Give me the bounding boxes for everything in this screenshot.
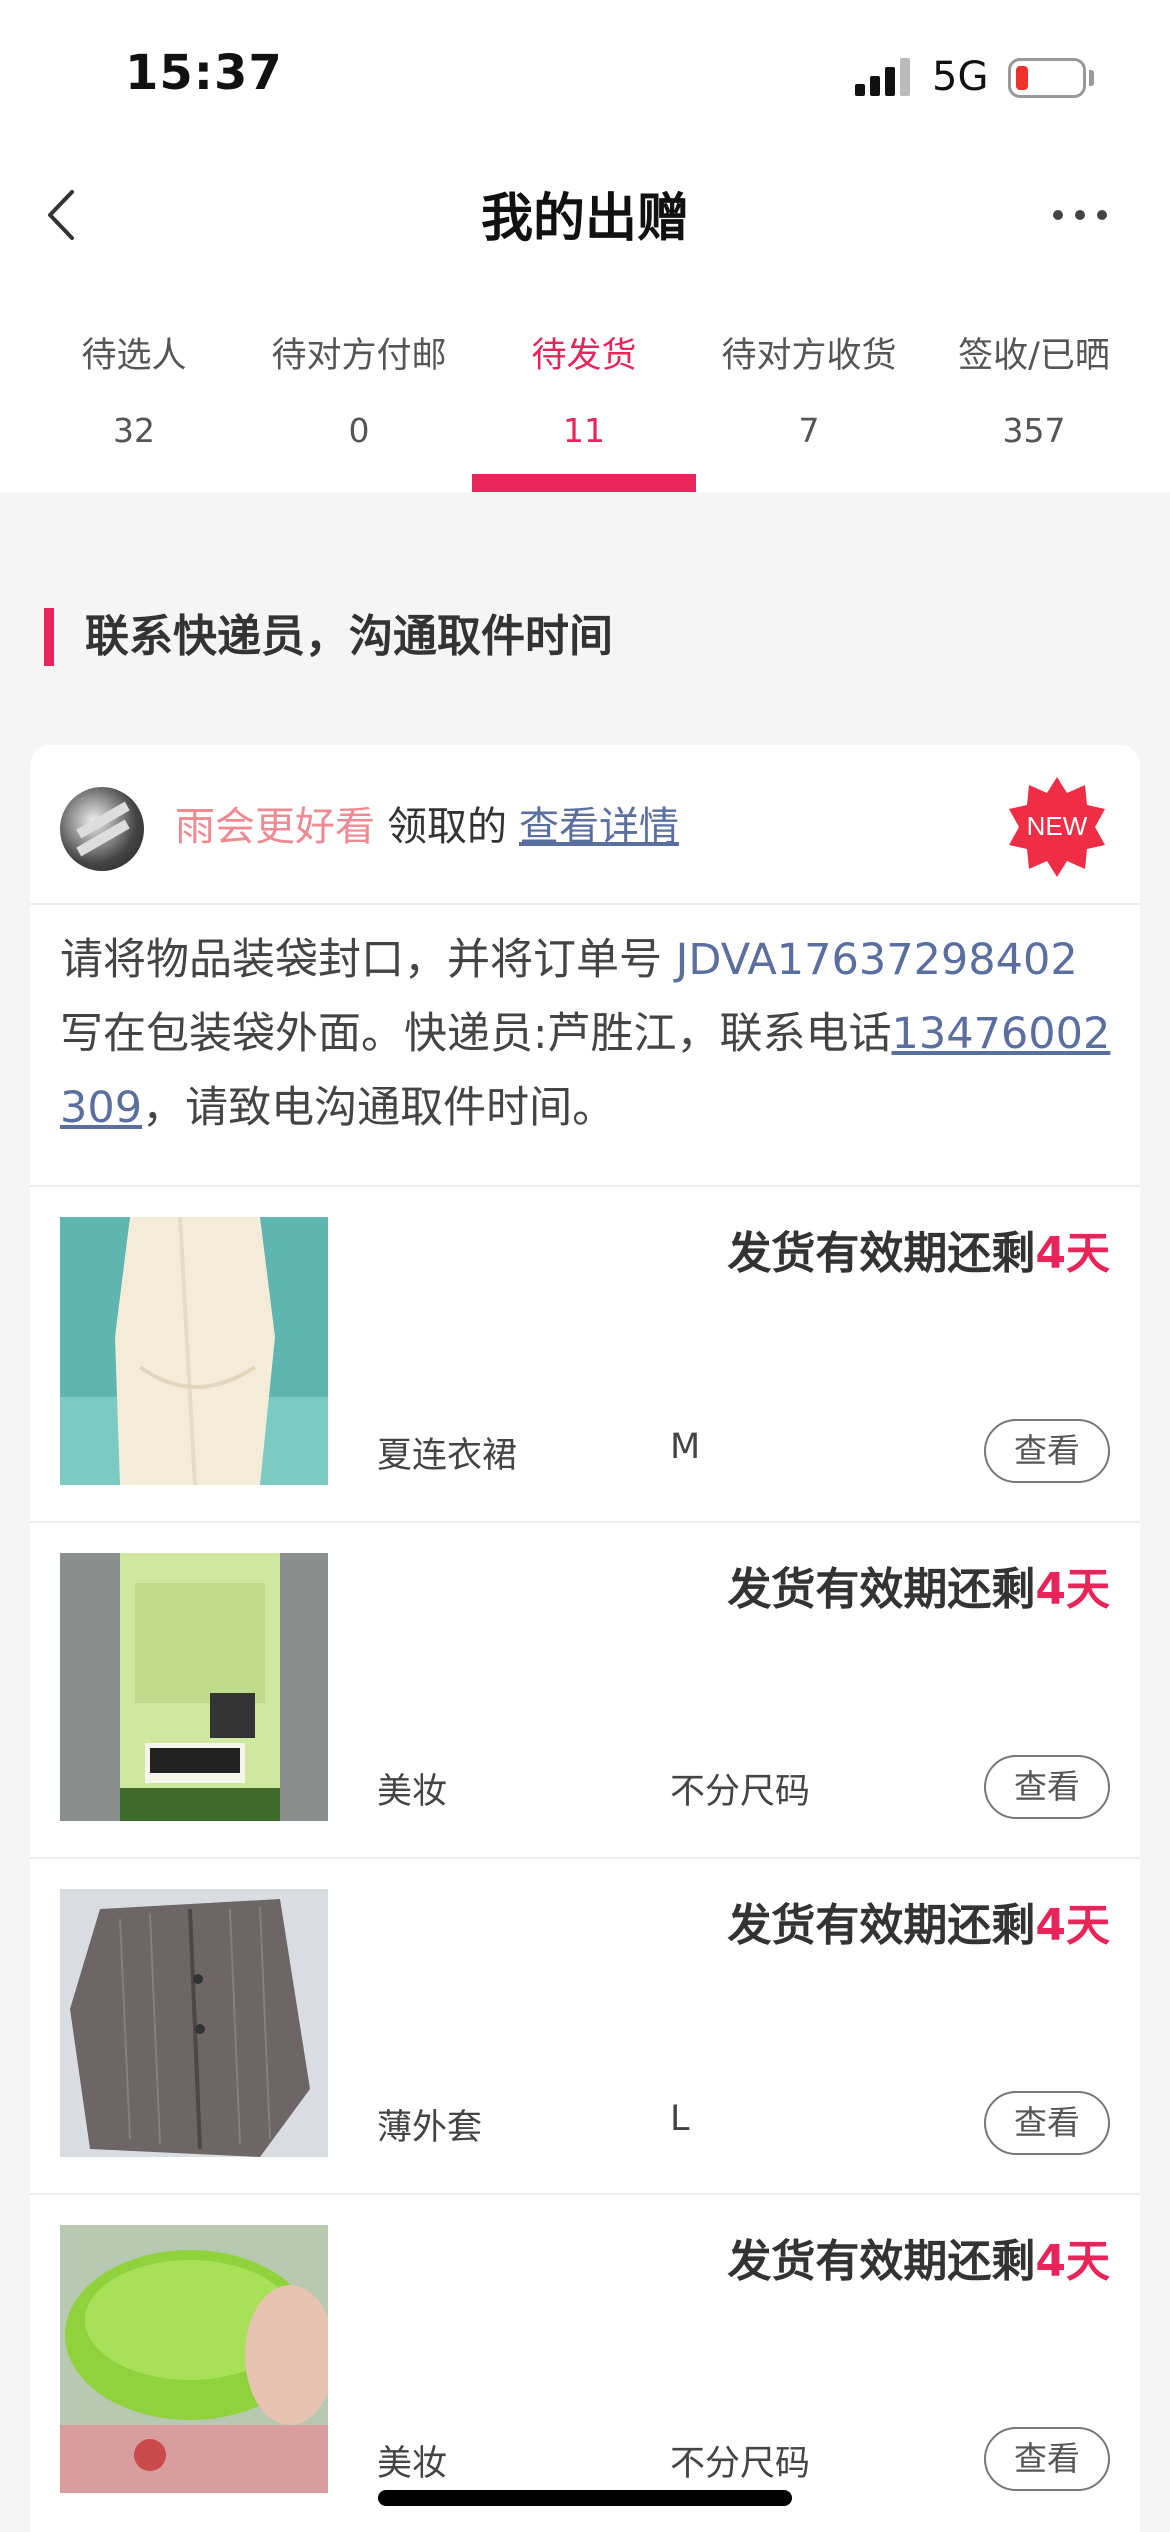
page-title: 我的出赠 — [480, 189, 689, 249]
new-badge-label: NEW — [1027, 811, 1088, 841]
tab-pending-select[interactable]: 待选人 32 — [22, 328, 246, 452]
deadline-text: 发货有效期还剩 — [727, 1564, 1036, 1615]
active-tab-indicator — [472, 474, 696, 492]
tab-count: 32 — [113, 411, 155, 450]
deadline-text: 发货有效期还剩 — [727, 1228, 1036, 1279]
deadline-days: 4天 — [1035, 1228, 1110, 1279]
tab-count: 0 — [348, 411, 370, 450]
status-time: 15:37 — [125, 45, 283, 101]
tab-label: 签收/已晒 — [958, 336, 1110, 376]
status-bar: 15:37 5G — [0, 0, 1170, 150]
ship-deadline: 发货有效期还剩4天 — [727, 1889, 1110, 1953]
section-accent-bar — [44, 608, 54, 666]
order-number: JDVA17637298402 — [675, 935, 1078, 985]
gift-order-card: 雨会更好看 领取的 查看详情 NEW 请将物品装袋封口，并将订单号 JDVA1763… — [30, 745, 1140, 2532]
nav-bar: 我的出赠 — [0, 150, 1170, 300]
tab-pending-ship[interactable]: 待发货 11 — [472, 328, 696, 452]
deadline-text: 发货有效期还剩 — [727, 2236, 1036, 2287]
item-size: M — [670, 1427, 701, 1467]
item-name: 美妆 — [377, 1772, 448, 1812]
deadline-days: 4天 — [1035, 2236, 1110, 2287]
item-photo-gel-jar[interactable] — [60, 2225, 328, 2493]
item-photo-jacket[interactable] — [60, 1889, 328, 2157]
item-size: L — [670, 2099, 690, 2139]
ship-deadline: 发货有效期还剩4天 — [727, 2225, 1110, 2289]
view-button[interactable]: 查看 — [984, 2427, 1110, 2491]
tab-pending-receipt[interactable]: 待对方收货 7 — [697, 328, 921, 452]
tab-label: 待对方付邮 — [271, 336, 447, 376]
claimer-name[interactable]: 雨会更好看 — [175, 804, 375, 850]
deadline-days: 4天 — [1035, 1900, 1110, 1951]
home-indicator[interactable] — [378, 2490, 792, 2506]
deadline-text: 发货有效期还剩 — [727, 1900, 1036, 1951]
list-item: 发货有效期还剩4天 薄外套 L 查看 — [30, 1857, 1140, 2193]
section-header: 联系快递员，沟通取件时间 — [0, 600, 1170, 680]
battery-tip — [1089, 70, 1094, 86]
more-options-icon[interactable] — [1050, 195, 1110, 235]
tab-label: 待对方收货 — [721, 336, 897, 376]
item-size: 不分尺码 — [670, 1772, 811, 1812]
list-item: 发货有效期还剩4天 美妆 不分尺码 查看 — [30, 2193, 1140, 2529]
deadline-days: 4天 — [1035, 1564, 1110, 1615]
avatar[interactable] — [60, 787, 144, 871]
item-name: 薄外套 — [377, 2108, 483, 2148]
list-item: 发货有效期还剩4天 夏连衣裙 M 查看 — [30, 1185, 1140, 1521]
item-photo-dress[interactable] — [60, 1217, 328, 1485]
view-button[interactable]: 查看 — [984, 1755, 1110, 1819]
notice-suffix: ，请致电沟通取件时间。 — [142, 1083, 616, 1133]
ship-deadline: 发货有效期还剩4天 — [727, 1217, 1110, 1281]
card-header: 雨会更好看 领取的 查看详情 NEW — [30, 745, 1140, 905]
view-button[interactable]: 查看 — [984, 1419, 1110, 1483]
new-badge-icon: NEW — [1009, 777, 1105, 877]
ship-deadline: 发货有效期还剩4天 — [727, 1553, 1110, 1617]
item-name: 夏连衣裙 — [377, 1436, 518, 1476]
tab-pending-postage[interactable]: 待对方付邮 0 — [247, 328, 471, 452]
tab-count: 357 — [1002, 411, 1066, 450]
claim-line: 雨会更好看 领取的 查看详情 — [175, 797, 679, 857]
view-details-link[interactable]: 查看详情 — [519, 804, 679, 850]
notice-middle: 写在包装袋外面。快递员:芦胜江，联系电话 — [60, 1009, 892, 1059]
tab-received[interactable]: 签收/已晒 357 — [922, 328, 1146, 452]
signal-icon — [855, 58, 910, 96]
network-type: 5G — [932, 54, 989, 100]
tab-label: 待选人 — [81, 336, 187, 376]
tab-count: 7 — [798, 411, 820, 450]
section-title: 联系快递员，沟通取件时间 — [85, 611, 613, 662]
tab-count: 11 — [563, 411, 605, 450]
item-photo-cosmetics-tube[interactable] — [60, 1553, 328, 1821]
status-tabs: 待选人 32 待对方付邮 0 待发货 11 待对方收货 7 签收/已晒 357 — [0, 300, 1170, 492]
claimed-text: 领取的 — [387, 804, 507, 850]
view-button[interactable]: 查看 — [984, 2091, 1110, 2155]
tab-label: 待发货 — [531, 336, 637, 376]
shipping-notice: 请将物品装袋封口，并将订单号 JDVA17637298402 写在包装袋外面。快… — [60, 923, 1112, 1145]
battery-icon — [1008, 58, 1086, 98]
notice-prefix: 请将物品装袋封口，并将订单号 — [60, 935, 676, 985]
item-size: 不分尺码 — [670, 2444, 811, 2484]
list-item: 发货有效期还剩4天 美妆 不分尺码 查看 — [30, 1521, 1140, 1857]
item-name: 美妆 — [377, 2444, 448, 2484]
